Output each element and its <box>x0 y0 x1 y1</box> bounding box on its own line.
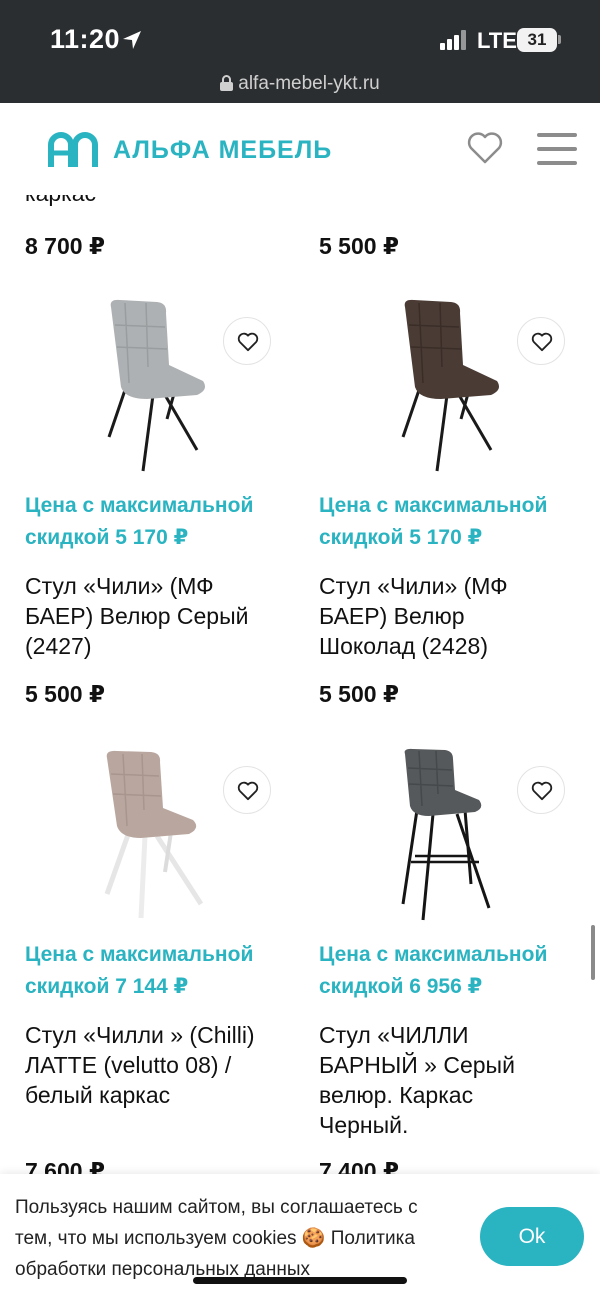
scrollbar[interactable] <box>591 925 595 980</box>
product-title-line[interactable]: БАЕР) Велюр <box>319 601 584 631</box>
add-to-favorites-button[interactable] <box>223 317 271 365</box>
add-to-favorites-button[interactable] <box>517 766 565 814</box>
favorites-heart-icon[interactable] <box>466 131 504 165</box>
discount-price-line: Цена с максимальной <box>319 943 548 966</box>
logo-text[interactable]: АЛЬФА МЕБЕЛЬ <box>113 136 332 165</box>
discount-price-line: Цена с максимальной <box>319 494 548 517</box>
product-title-line[interactable]: БАЕР) Велюр Серый <box>25 601 290 631</box>
product-title-line[interactable]: Стул «Чили» (МФ <box>319 571 584 601</box>
product-title-line[interactable]: Черный. <box>319 1110 584 1140</box>
heart-icon <box>531 781 553 801</box>
discount-price-line: скидкой 6 956 ₽ <box>319 975 483 998</box>
discount-price-line: скидкой 5 170 ₽ <box>25 526 189 549</box>
product-title-line[interactable]: ЛАТТЕ (velutto 08) / <box>25 1050 290 1080</box>
discount-price-line: Цена с максимальной <box>25 943 254 966</box>
cookie-ok-button[interactable]: Ok <box>480 1207 584 1266</box>
heart-icon <box>531 332 553 352</box>
site-header: АЛЬФА МЕБЕЛЬ <box>0 103 600 195</box>
product-title-line[interactable]: Стул «Чили» (МФ <box>25 571 290 601</box>
add-to-favorites-button[interactable] <box>223 766 271 814</box>
discount-price-line: скидкой 5 170 ₽ <box>319 526 483 549</box>
product-title-line[interactable]: белый каркас <box>25 1080 290 1110</box>
product-title-line[interactable]: БАРНЫЙ » Серый <box>319 1050 584 1080</box>
product-title-line[interactable]: Стул «Чилли » (Chilli) <box>25 1020 290 1050</box>
cookie-text-line: тем, что мы используем cookies 🍪 Политик… <box>15 1228 415 1249</box>
product-price: 5 500 ₽ <box>319 681 399 707</box>
discount-price-line: скидкой 7 144 ₽ <box>25 975 189 998</box>
product-title-line[interactable]: велюр. Каркас <box>319 1080 584 1110</box>
add-to-favorites-button[interactable] <box>517 317 565 365</box>
product-price: 8 700 ₽ <box>25 233 105 259</box>
logo-icon[interactable] <box>47 129 99 169</box>
heart-icon <box>237 781 259 801</box>
product-price: 5 500 ₽ <box>319 233 399 259</box>
heart-icon <box>237 332 259 352</box>
home-indicator <box>193 1277 407 1284</box>
product-title-line[interactable]: Шоколад (2428) <box>319 631 584 661</box>
discount-price-line: Цена с максимальной <box>25 494 254 517</box>
hamburger-menu-icon[interactable] <box>537 133 577 165</box>
cookie-text: Пользуясь нашим сайтом, вы соглашаетесь … <box>15 1192 455 1285</box>
product-title-line[interactable]: (2427) <box>25 631 290 661</box>
cookie-text-line: Пользуясь нашим сайтом, вы соглашаетесь … <box>15 1197 418 1218</box>
product-title-line[interactable]: Стул «ЧИЛЛИ <box>319 1020 584 1050</box>
product-price: 5 500 ₽ <box>25 681 105 707</box>
